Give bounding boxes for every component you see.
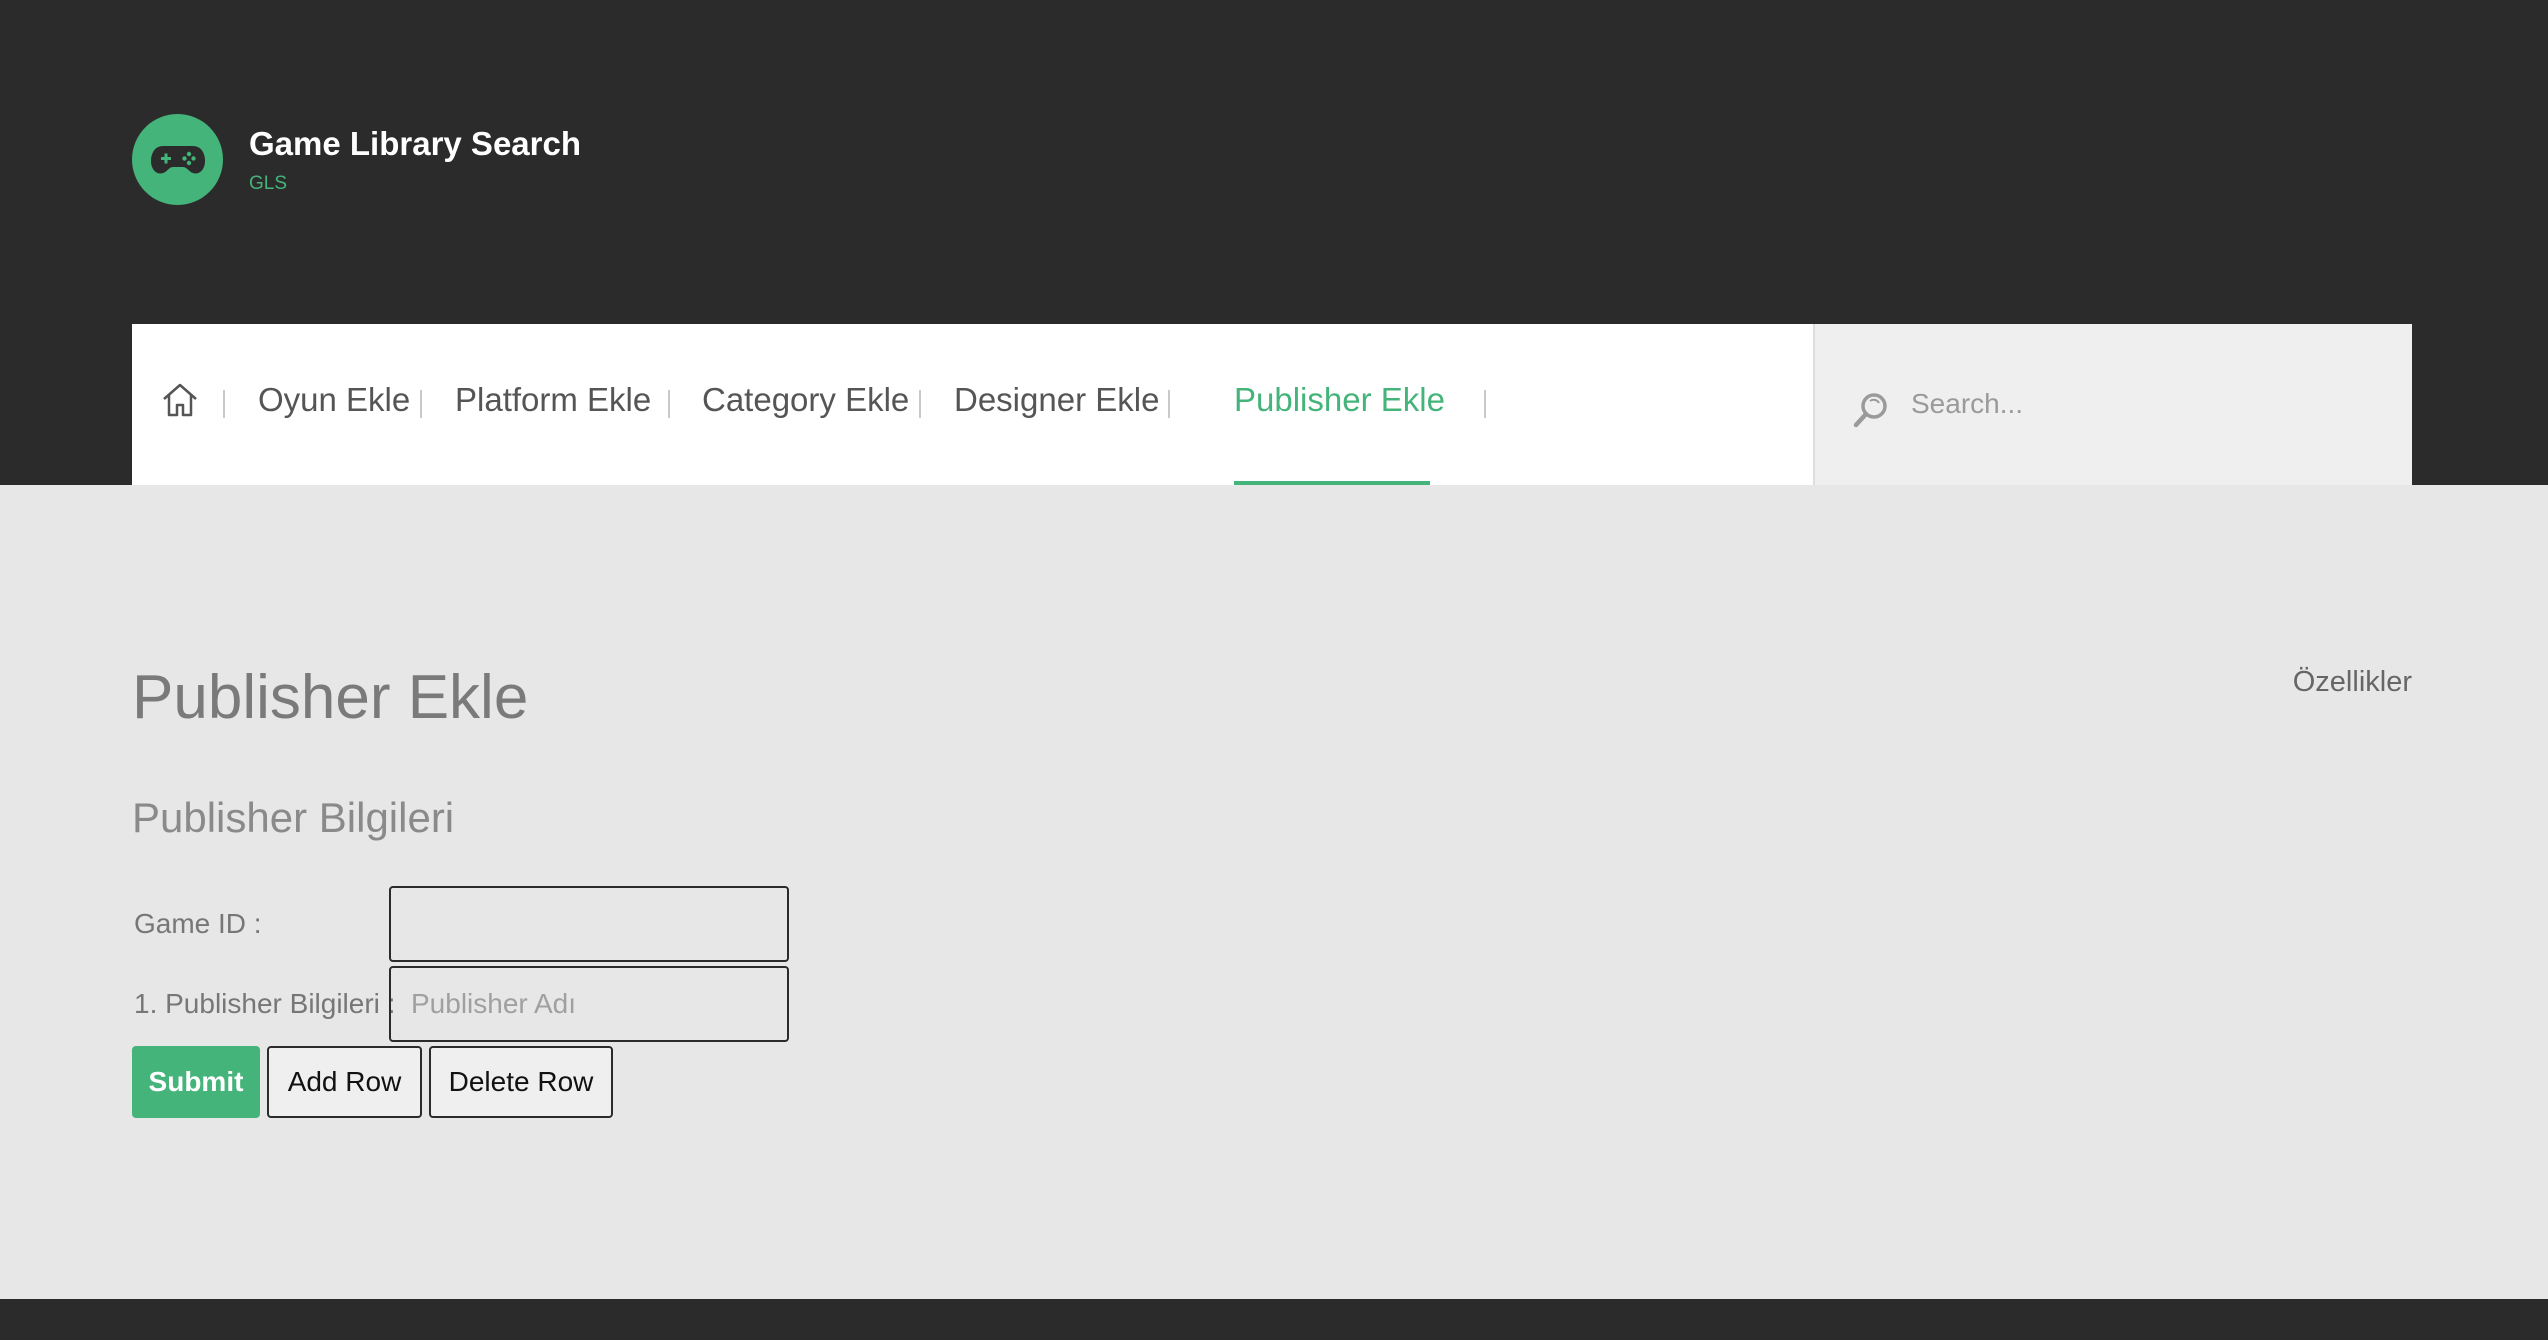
- nav-separator: [919, 390, 921, 418]
- publisher-name-input[interactable]: [389, 966, 789, 1042]
- nav-menu: Oyun Ekle Platform Ekle Category Ekle De…: [132, 324, 1813, 485]
- publisher-info-label: 1. Publisher Bilgileri :: [134, 988, 396, 1019]
- search-box: [1813, 324, 2412, 485]
- nav-item-oyun-ekle[interactable]: Oyun Ekle: [258, 380, 410, 420]
- brand[interactable]: Game Library Search GLS: [132, 114, 581, 205]
- nav-separator: [1168, 390, 1170, 418]
- nav-separator: [668, 390, 670, 418]
- submit-button[interactable]: Submit: [132, 1046, 260, 1118]
- nav-item-platform-ekle[interactable]: Platform Ekle: [455, 380, 651, 420]
- site-title: Game Library Search: [249, 124, 581, 162]
- page-title: Publisher Ekle: [132, 663, 529, 732]
- nav-item-designer-ekle[interactable]: Designer Ekle: [954, 380, 1159, 420]
- logo: [132, 114, 223, 205]
- footer: [0, 1299, 2548, 1340]
- search-input[interactable]: [1909, 378, 2373, 430]
- header: Game Library Search GLS Oyun Ekle Platfo…: [0, 0, 2548, 485]
- search-icon[interactable]: [1851, 390, 1891, 430]
- active-tab-indicator: [1234, 481, 1430, 485]
- nav-item-category-ekle[interactable]: Category Ekle: [702, 380, 909, 420]
- nav-item-publisher-ekle[interactable]: Publisher Ekle: [1234, 380, 1445, 420]
- section-title: Publisher Bilgileri: [132, 794, 455, 841]
- nav-separator: [1484, 390, 1486, 418]
- navbar: Oyun Ekle Platform Ekle Category Ekle De…: [132, 324, 2412, 485]
- site-subtitle: GLS: [249, 172, 288, 194]
- gamepad-icon: [150, 145, 205, 173]
- home-icon[interactable]: [160, 380, 200, 420]
- game-id-label: Game ID :: [134, 908, 262, 939]
- add-row-button[interactable]: Add Row: [267, 1046, 422, 1118]
- delete-row-button[interactable]: Delete Row: [429, 1046, 613, 1118]
- features-link[interactable]: Özellikler: [2293, 666, 2412, 699]
- nav-separator: [223, 390, 225, 418]
- game-id-input[interactable]: [389, 886, 789, 962]
- nav-separator: [420, 390, 422, 418]
